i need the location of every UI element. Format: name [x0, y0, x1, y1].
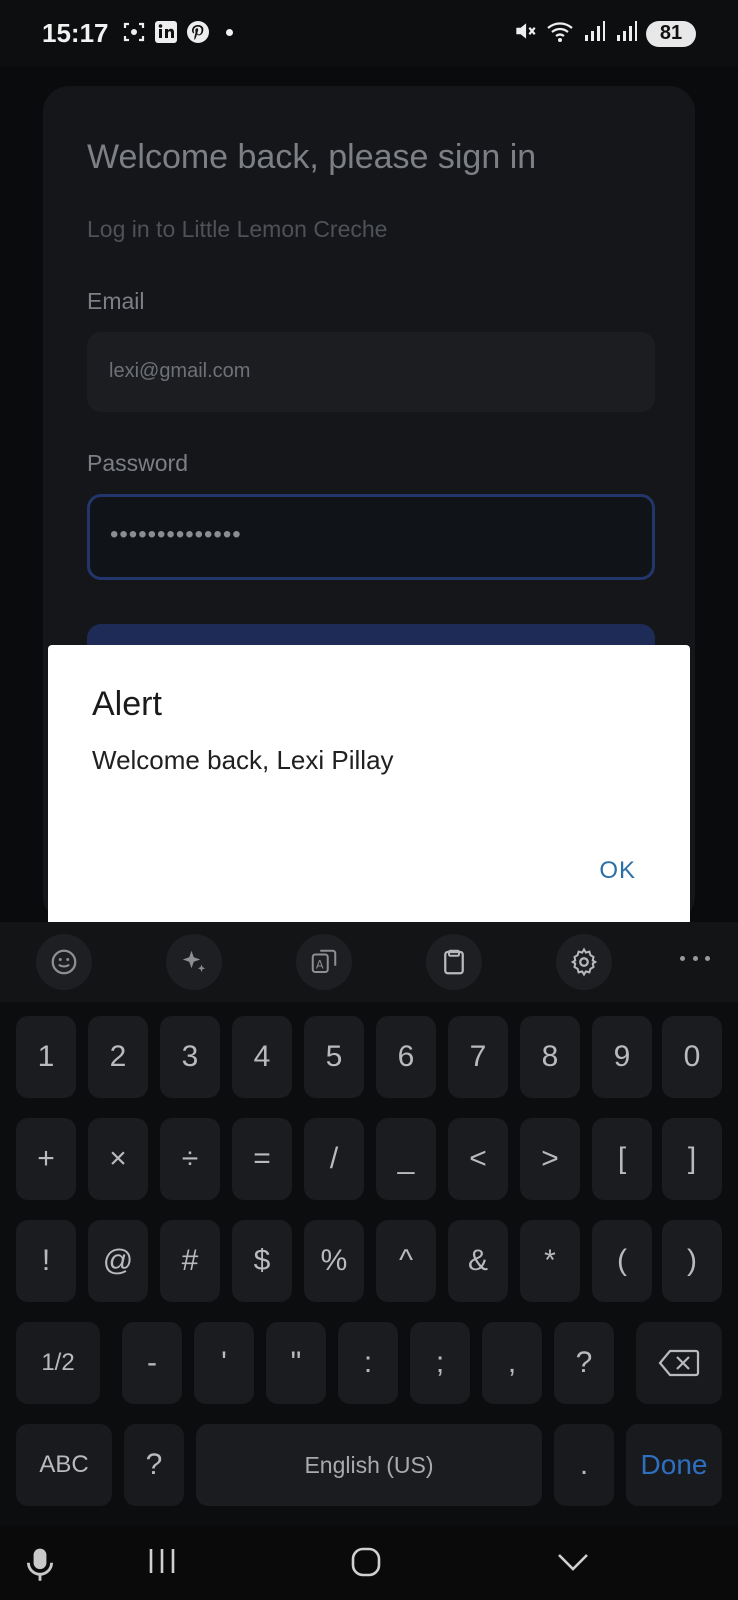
key[interactable]: × — [88, 1118, 148, 1200]
key[interactable]: 4 — [232, 1016, 292, 1098]
page-subtitle: Log in to Little Lemon Creche — [87, 216, 388, 242]
key[interactable]: - — [122, 1322, 182, 1404]
key[interactable]: @ — [88, 1220, 148, 1302]
number-row: 1 2 3 4 5 6 7 8 9 0 — [0, 1016, 738, 1098]
signal-icon — [582, 19, 606, 48]
key[interactable]: ( — [592, 1220, 652, 1302]
mute-icon — [512, 18, 538, 49]
key[interactable]: 3 — [160, 1016, 220, 1098]
emoji-icon[interactable] — [36, 934, 92, 990]
backspace-icon — [658, 1349, 700, 1377]
abc-key[interactable]: ABC — [16, 1424, 112, 1506]
symbol-row-3: 1/2 - ' " : ; , ? — [0, 1322, 738, 1404]
translate-icon[interactable]: A — [296, 934, 352, 990]
key[interactable]: ) — [662, 1220, 722, 1302]
bottom-row: ABC ? English (US) . Done — [0, 1424, 738, 1506]
symbol-row-2: ! @ # $ % ^ & * ( ) — [0, 1220, 738, 1302]
key[interactable]: 0 — [662, 1016, 722, 1098]
key[interactable]: < — [448, 1118, 508, 1200]
chevron-down-icon[interactable] — [556, 1546, 590, 1576]
battery-level: 81 — [646, 20, 696, 47]
status-time: 15:17 — [42, 18, 109, 48]
key[interactable]: " — [266, 1322, 326, 1404]
key[interactable]: / — [304, 1118, 364, 1200]
key[interactable]: ! — [16, 1220, 76, 1302]
clipboard-icon[interactable] — [426, 934, 482, 990]
key[interactable]: $ — [232, 1220, 292, 1302]
svg-text:A: A — [316, 958, 324, 971]
alert-title: Alert — [92, 685, 162, 723]
recent-apps-icon[interactable] — [146, 1546, 178, 1576]
key[interactable]: & — [448, 1220, 508, 1302]
mic-icon[interactable] — [24, 1546, 56, 1582]
key[interactable]: ; — [410, 1322, 470, 1404]
home-icon[interactable] — [350, 1546, 382, 1578]
password-field[interactable]: •••••••••••••• — [87, 494, 655, 580]
key[interactable]: ' — [194, 1322, 254, 1404]
key[interactable]: _ — [376, 1118, 436, 1200]
key[interactable]: 7 — [448, 1016, 508, 1098]
question-key[interactable]: ? — [124, 1424, 184, 1506]
alert-message: Welcome back, Lexi Pillay — [92, 745, 394, 775]
notification-icons — [122, 20, 233, 44]
backspace-key[interactable] — [636, 1322, 722, 1404]
system-icons: 81 — [512, 18, 696, 49]
signal-icon-2 — [614, 19, 638, 48]
status-bar: 15:17 81 — [0, 0, 738, 66]
ok-button[interactable]: OK — [599, 857, 636, 885]
keyboard-toolbar: A — [0, 922, 738, 1002]
email-field[interactable]: lexi@gmail.com — [87, 332, 655, 412]
screenshot-icon — [122, 20, 146, 44]
key[interactable]: , — [482, 1322, 542, 1404]
key[interactable]: ? — [554, 1322, 614, 1404]
key[interactable]: > — [520, 1118, 580, 1200]
ai-sparkle-icon[interactable] — [166, 934, 222, 990]
key[interactable]: * — [520, 1220, 580, 1302]
key[interactable]: % — [304, 1220, 364, 1302]
symbol-keyboard: 1 2 3 4 5 6 7 8 9 0 + × ÷ = / _ < > [ ] … — [0, 1002, 738, 1526]
key[interactable]: [ — [592, 1118, 652, 1200]
key[interactable]: 1 — [16, 1016, 76, 1098]
password-value: •••••••••••••• — [110, 521, 242, 548]
alert-dialog: Alert Welcome back, Lexi Pillay OK — [48, 645, 690, 927]
navigation-bar — [0, 1526, 738, 1600]
pinterest-icon — [186, 20, 210, 44]
key[interactable]: ÷ — [160, 1118, 220, 1200]
key[interactable]: 8 — [520, 1016, 580, 1098]
linkedin-icon — [154, 20, 178, 44]
more-icon[interactable] — [680, 948, 710, 968]
password-label: Password — [87, 450, 188, 476]
key[interactable]: ] — [662, 1118, 722, 1200]
settings-icon[interactable] — [556, 934, 612, 990]
key[interactable]: ^ — [376, 1220, 436, 1302]
more-notifications-dot — [226, 28, 233, 36]
page-title: Welcome back, please sign in — [87, 138, 537, 176]
key[interactable]: : — [338, 1322, 398, 1404]
wifi-icon — [546, 18, 574, 49]
key[interactable]: # — [160, 1220, 220, 1302]
email-label: Email — [87, 288, 145, 314]
key[interactable]: 9 — [592, 1016, 652, 1098]
key[interactable]: 6 — [376, 1016, 436, 1098]
period-key[interactable]: . — [554, 1424, 614, 1506]
email-value: lexi@gmail.com — [109, 360, 251, 382]
done-key[interactable]: Done — [626, 1424, 722, 1506]
space-key[interactable]: English (US) — [196, 1424, 542, 1506]
key[interactable]: 2 — [88, 1016, 148, 1098]
page-toggle-key[interactable]: 1/2 — [16, 1322, 100, 1404]
key[interactable]: = — [232, 1118, 292, 1200]
key[interactable]: + — [16, 1118, 76, 1200]
key[interactable]: 5 — [304, 1016, 364, 1098]
symbol-row-1: + × ÷ = / _ < > [ ] — [0, 1118, 738, 1200]
